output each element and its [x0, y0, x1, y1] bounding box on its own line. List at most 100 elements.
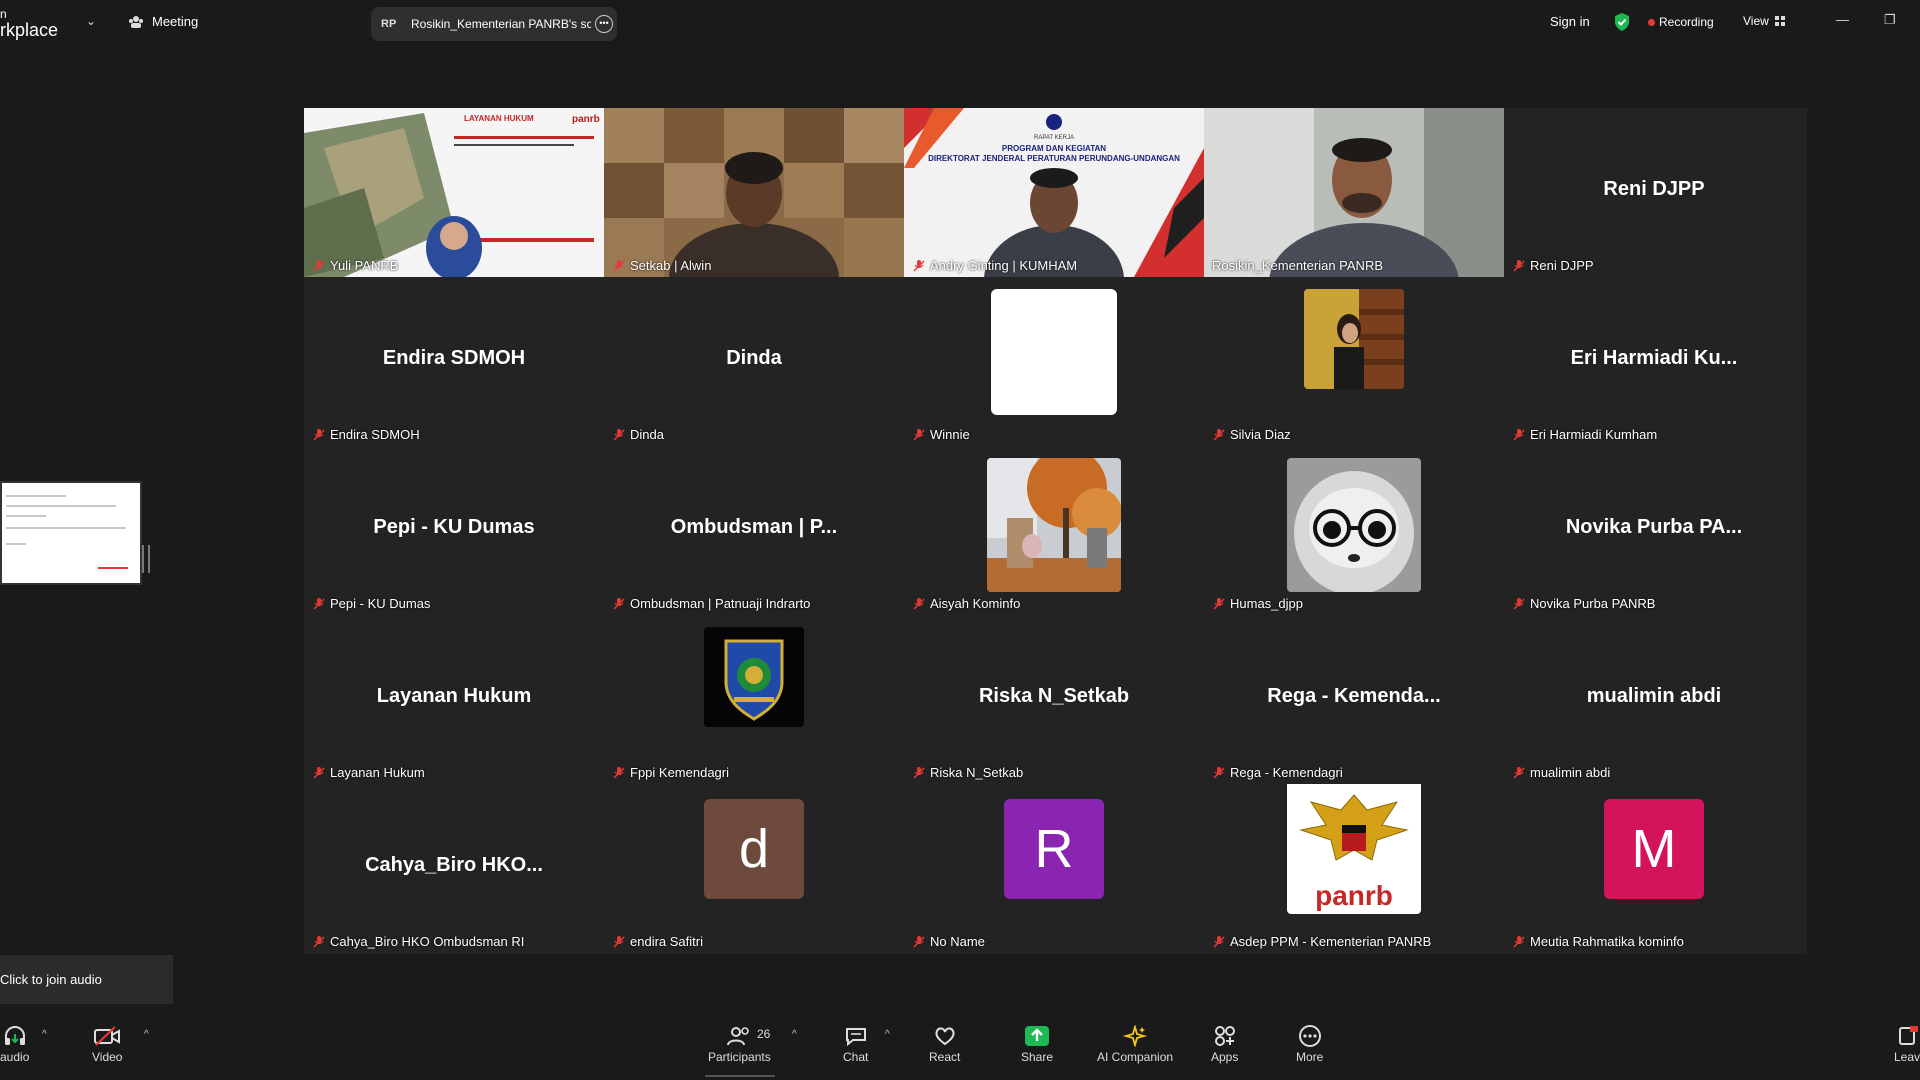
- participant-tile-no-name[interactable]: R No Name: [904, 784, 1204, 953]
- participant-tile-endira-safitri[interactable]: d endira Safitri: [604, 784, 904, 953]
- participant-video: [604, 108, 904, 277]
- participant-tile-endira[interactable]: Endira SDMOH Endira SDMOH: [304, 277, 604, 446]
- profile-picture: [1287, 458, 1421, 592]
- participant-display-name: mualimin abdi: [1586, 685, 1722, 707]
- share-title: Rosikin_Kementerian PANRB's sc: [411, 17, 591, 31]
- participant-name: Rosikin_Kementerian PANRB: [1212, 258, 1383, 273]
- muted-mic-icon: [1513, 259, 1525, 272]
- security-shield-icon[interactable]: [1613, 12, 1631, 32]
- background-text-2: PROGRAM DAN KEGIATAN: [1001, 144, 1107, 153]
- participant-display-name: Cahya_Biro HKO...: [365, 854, 543, 876]
- more-button[interactable]: More: [1296, 1025, 1323, 1064]
- participant-tile-dinda[interactable]: Dinda Dinda: [604, 277, 904, 446]
- participant-label: Dinda: [612, 427, 664, 442]
- sign-in-link[interactable]: Sign in: [1550, 14, 1590, 29]
- participant-video: [1204, 108, 1504, 277]
- participant-tile-humas[interactable]: Humas_djpp: [1204, 446, 1504, 615]
- chat-button[interactable]: Chat: [843, 1025, 868, 1064]
- more-label: More: [1296, 1050, 1324, 1064]
- participant-tile-asdep[interactable]: panrb Asdep PPM - Kementerian PANRB: [1204, 784, 1504, 953]
- chat-options-caret[interactable]: ^: [885, 1029, 890, 1040]
- participant-tile-fppi[interactable]: Fppi Kemendagri: [604, 615, 904, 784]
- restore-button[interactable]: ❐: [1884, 12, 1896, 28]
- participant-tile-aisyah[interactable]: Aisyah Kominfo: [904, 446, 1204, 615]
- participant-label: Rega - Kemendagri: [1212, 765, 1343, 780]
- more-options-icon[interactable]: •••: [595, 15, 613, 33]
- view-label: View: [1743, 14, 1769, 28]
- video-options-caret[interactable]: ^: [144, 1029, 149, 1040]
- participant-tile-alwin[interactable]: Setkab | Alwin: [604, 108, 904, 277]
- participant-display-name: Endira SDMOH: [382, 347, 526, 369]
- participant-display-name: Novika Purba PA...: [1565, 516, 1743, 538]
- participant-tile-silvia[interactable]: Silvia Diaz: [1204, 277, 1504, 446]
- participants-options-caret[interactable]: ^: [792, 1029, 797, 1040]
- participant-label: Pepi - KU Dumas: [312, 596, 430, 611]
- participant-name: Dinda: [630, 427, 664, 442]
- profile-picture: [987, 458, 1121, 592]
- participant-tile-novika[interactable]: Novika Purba PA... Novika Purba PANRB: [1504, 446, 1804, 615]
- resize-handle[interactable]: [142, 545, 150, 573]
- participant-tile-eri[interactable]: Eri Harmiadi Ku... Eri Harmiadi Kumham: [1504, 277, 1804, 446]
- screen-share-indicator[interactable]: RP Rosikin_Kementerian PANRB's sc •••: [371, 7, 617, 41]
- react-button[interactable]: React: [929, 1025, 960, 1064]
- apps-button[interactable]: Apps: [1211, 1025, 1238, 1064]
- profile-picture: [1304, 289, 1404, 389]
- meeting-menu[interactable]: Meeting: [128, 14, 198, 29]
- muted-mic-icon: [1513, 766, 1525, 779]
- ai-companion-button[interactable]: AI Companion: [1097, 1025, 1173, 1064]
- participant-display-name: Dinda: [726, 347, 782, 369]
- participant-tile-meutia[interactable]: M Meutia Rahmatika kominfo: [1504, 784, 1804, 953]
- participants-count: 26: [757, 1027, 771, 1041]
- participant-label: Silvia Diaz: [1212, 427, 1291, 442]
- recording-indicator[interactable]: Recording: [1648, 15, 1714, 29]
- participant-display-name: Pepi - KU Dumas: [373, 516, 535, 538]
- apps-icon: [1214, 1026, 1235, 1046]
- leave-button[interactable]: Leav: [1894, 1025, 1920, 1064]
- join-audio-tooltip[interactable]: Click to join audio: [0, 955, 173, 1004]
- participant-tile-andry[interactable]: RAPAT KERJA PROGRAM DAN KEGIATAN DIREKTO…: [904, 108, 1204, 277]
- audio-options-caret[interactable]: ^: [42, 1029, 47, 1040]
- video-button[interactable]: Video: [92, 1025, 122, 1064]
- share-label: Share: [1021, 1050, 1054, 1064]
- participant-tile-pepi[interactable]: Pepi - KU Dumas Pepi - KU Dumas: [304, 446, 604, 615]
- participant-label: mualimin abdi: [1512, 765, 1610, 780]
- initial-avatar: M: [1604, 799, 1704, 899]
- muted-mic-icon: [913, 259, 925, 272]
- participant-tile-ombudsman[interactable]: Ombudsman | P... Ombudsman | Patnuaji In…: [604, 446, 904, 615]
- muted-mic-icon: [613, 597, 625, 610]
- share-button[interactable]: Share: [1021, 1025, 1053, 1064]
- participant-tile-rega[interactable]: Rega - Kemenda... Rega - Kemendagri: [1204, 615, 1504, 784]
- participant-tile-rosikin-active-speaker[interactable]: Rosikin_Kementerian PANRB: [1204, 108, 1504, 277]
- participant-tile-winnie[interactable]: Winnie: [904, 277, 1204, 446]
- participant-name: Asdep PPM - Kementerian PANRB: [1230, 934, 1432, 949]
- participant-display-name: Riska N_Setkab: [978, 685, 1130, 707]
- minimize-button[interactable]: —: [1836, 12, 1849, 27]
- join-audio-button[interactable]: audio: [0, 1025, 29, 1064]
- participant-label: endira Safitri: [612, 934, 703, 949]
- participant-tile-cahya[interactable]: Cahya_Biro HKO... Cahya_Biro HKO Ombudsm…: [304, 784, 604, 953]
- slide-title: LAYANAN HUKUM: [464, 114, 534, 123]
- muted-mic-icon: [313, 766, 325, 779]
- shared-screen-thumbnail[interactable]: [0, 481, 142, 585]
- participant-tile-reni[interactable]: Reni DJPP Reni DJPP: [1504, 108, 1804, 277]
- view-menu[interactable]: View: [1743, 14, 1785, 28]
- participant-name: Rega - Kemendagri: [1230, 765, 1343, 780]
- app-brand[interactable]: n rkplace: [0, 6, 58, 39]
- participant-name: Aisyah Kominfo: [930, 596, 1021, 611]
- participant-name: Winnie: [930, 427, 970, 442]
- participant-label: No Name: [912, 934, 985, 949]
- participant-tile-layanan-hukum[interactable]: Layanan Hukum Layanan Hukum: [304, 615, 604, 784]
- muted-mic-icon: [1213, 597, 1225, 610]
- participant-name: No Name: [930, 934, 985, 949]
- participant-tile-mualimin[interactable]: mualimin abdi mualimin abdi: [1504, 615, 1804, 784]
- muted-mic-icon: [1213, 935, 1225, 948]
- participant-tile-riska[interactable]: Riska N_Setkab Riska N_Setkab: [904, 615, 1204, 784]
- participant-tile-yuli[interactable]: LAYANAN HUKUM panrb Yuli PANRB: [304, 108, 604, 277]
- recording-label: Recording: [1659, 15, 1714, 29]
- leave-icon: [1899, 1026, 1919, 1045]
- participant-label: Endira SDMOH: [312, 427, 420, 442]
- participant-name: Pepi - KU Dumas: [330, 596, 431, 611]
- chevron-down-icon[interactable]: ⌄: [86, 14, 96, 28]
- participant-label: Layanan Hukum: [312, 765, 425, 780]
- participant-label: Fppi Kemendagri: [612, 765, 729, 780]
